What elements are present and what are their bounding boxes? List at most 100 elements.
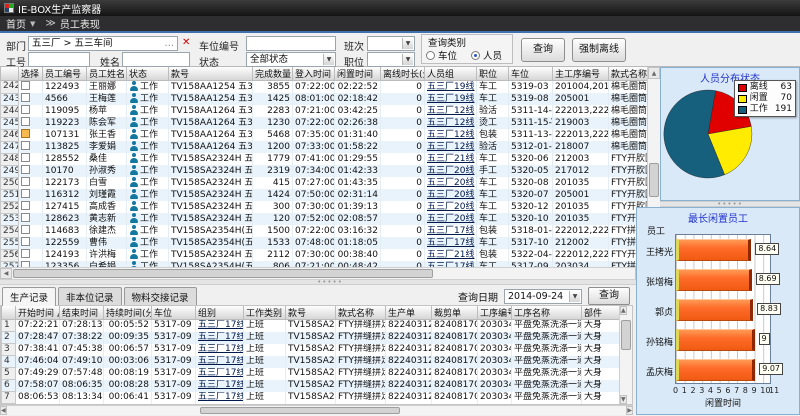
table-row[interactable]: 246107131张王香工作TV158AA1264 五3546807:35:00… <box>1 129 648 141</box>
row-checkbox[interactable] <box>21 105 30 114</box>
row-checkbox[interactable] <box>21 117 30 126</box>
table-row[interactable]: 708:06:5308:13:3400:06:415317-09五三厂17线上班… <box>2 392 622 404</box>
table-row[interactable]: 250122173白雪工作TV158SA2324H 五341507:27:000… <box>1 177 648 189</box>
name-input[interactable] <box>122 52 190 67</box>
main-col-header-8[interactable]: 闲置时间 <box>335 67 381 81</box>
bottom-col-header-2[interactable]: 结束时间 <box>60 306 104 320</box>
table-row[interactable]: 2434566王梅莲工作TV158AA1254 五3142508:01:0002… <box>1 93 648 105</box>
bottom-col-header-9[interactable]: 生产单 <box>386 306 432 320</box>
main-col-header-11[interactable]: 职位 <box>477 67 509 81</box>
scroll-down-arrow[interactable]: ▼ <box>620 395 627 404</box>
scroll-thumb[interactable] <box>13 269 433 278</box>
row-checkbox[interactable] <box>21 237 30 246</box>
main-col-header-9[interactable]: 离线时长(分) <box>381 67 425 81</box>
bottom-col-header-10[interactable]: 裁剪单 <box>432 306 478 320</box>
row-checkbox[interactable] <box>21 225 30 234</box>
row-checkbox[interactable] <box>21 249 30 258</box>
bottom-col-header-6[interactable]: 工作类别 <box>244 306 286 320</box>
dropdown-arrow-icon[interactable]: ▼ <box>323 54 334 65</box>
table-row[interactable]: 254114683徐建杰工作TV158SA2354H(五3)150007:22:… <box>1 225 648 237</box>
main-col-header-7[interactable]: 登入时间 <box>293 67 335 81</box>
scroll-right-arrow[interactable]: ▶ <box>626 406 633 415</box>
table-row[interactable]: 107:22:2107:28:1300:05:525317-09五三厂17线上班… <box>2 320 622 332</box>
scroll-up-arrow[interactable]: ▲ <box>648 67 660 79</box>
bottom-col-header-7[interactable]: 款号 <box>286 306 336 320</box>
status-select[interactable]: 全部状态▼ <box>246 52 336 67</box>
date-select[interactable]: 2014-09-24▼ <box>504 289 582 304</box>
query-type-radio-人员[interactable]: 人员 <box>471 48 502 62</box>
position-select[interactable]: ▼ <box>367 52 415 67</box>
row-checkbox[interactable] <box>21 141 30 150</box>
tab-1[interactable]: 非本位记录 <box>58 287 122 306</box>
clear-dept-icon[interactable]: ✕ <box>182 37 190 48</box>
bottom-horizontal-scrollbar[interactable]: ◀ ▶ <box>0 405 633 415</box>
bottom-col-header-8[interactable]: 款式名称 <box>336 306 386 320</box>
table-row[interactable]: 245119223陈会军工作TV158AA1264 五3123007:22:00… <box>1 117 648 129</box>
more-icon[interactable]: … <box>165 37 175 50</box>
station-input[interactable] <box>246 36 336 51</box>
row-checkbox[interactable] <box>21 177 30 186</box>
row-checkbox[interactable] <box>21 213 30 222</box>
query-type-radio-车位[interactable]: 车位 <box>426 48 457 62</box>
main-col-header-0[interactable] <box>1 67 19 81</box>
bottom-col-header-11[interactable]: 工序编号 <box>478 306 512 320</box>
scroll-left-arrow[interactable]: ◀ <box>0 406 7 415</box>
table-row[interactable]: 307:38:4107:45:3800:06:575317-09五三厂17线上班… <box>2 344 622 356</box>
bottom-col-header-1[interactable]: 开始时间 ▲ <box>16 306 60 320</box>
tab-2[interactable]: 物料交接记录 <box>124 287 197 306</box>
main-col-header-10[interactable]: 人员组 <box>425 67 477 81</box>
table-row[interactable]: 252127415高成香工作TV158SA2324H 五330007:30:00… <box>1 201 648 213</box>
empno-input[interactable] <box>28 52 90 67</box>
bottom-vertical-scrollbar[interactable]: ▲ ▼ <box>619 306 632 404</box>
main-col-header-1[interactable]: 选择 <box>19 67 43 81</box>
table-row[interactable]: 251116312刘瑾霞工作TV158SA2324H 五3142407:50:0… <box>1 189 648 201</box>
table-row[interactable]: 242122493王丽娜工作TV158AA1254 五3385507:22:00… <box>1 81 648 94</box>
main-col-header-4[interactable]: 状态 <box>127 67 169 81</box>
table-row[interactable]: 248128552桑佳工作TV158SA2324H 五3177907:41:00… <box>1 153 648 165</box>
bottom-col-header-4[interactable]: 车位 <box>152 306 196 320</box>
scroll-up-arrow[interactable]: ▲ <box>620 306 627 315</box>
date-search-button[interactable]: 查询 <box>588 287 630 305</box>
shift-select[interactable]: ▼ <box>367 36 415 51</box>
table-row[interactable]: 256124193许洪梅工作TV158SA2324H 五3211207:30:0… <box>1 249 648 261</box>
main-col-header-5[interactable]: 款号 <box>169 67 253 81</box>
main-col-header-12[interactable]: 车位 <box>509 67 553 81</box>
table-row[interactable]: 24910170孙淑秀工作TV158SA2324H 五3231907:34:00… <box>1 165 648 177</box>
dropdown-arrow-icon[interactable]: ▼ <box>402 54 413 65</box>
row-checkbox[interactable] <box>21 93 30 102</box>
dropdown-arrow-icon[interactable]: ▼ <box>402 38 413 49</box>
tab-0[interactable]: 生产记录 <box>2 287 56 306</box>
menu-home[interactable]: 首页 <box>6 16 26 31</box>
row-checkbox[interactable] <box>21 129 30 138</box>
bottom-col-header-13[interactable]: 部件 <box>582 306 622 320</box>
main-col-header-2[interactable]: 员工编号 <box>43 67 87 81</box>
radio-icon[interactable] <box>471 51 480 60</box>
force-offline-button[interactable]: 强制离线 <box>572 38 626 62</box>
table-row[interactable]: 607:58:0708:06:3500:08:285317-09五三厂17线上班… <box>2 380 622 392</box>
main-col-header-6[interactable]: 完成数量 <box>253 67 293 81</box>
chevron-down-icon[interactable]: ▼ <box>30 20 35 28</box>
row-checkbox[interactable] <box>21 189 30 198</box>
bottom-col-header-3[interactable]: 持续时间(分) <box>104 306 152 320</box>
dropdown-arrow-icon[interactable]: ▼ <box>569 291 580 302</box>
table-row[interactable]: 507:49:2907:57:4800:08:195317-09五三厂17线上班… <box>2 368 622 380</box>
main-col-header-3[interactable]: 员工姓名 <box>87 67 127 81</box>
table-row[interactable]: 255122559曹伟工作TV158SA2354H(五3)153307:48:0… <box>1 237 648 249</box>
radio-icon[interactable] <box>426 51 435 60</box>
row-checkbox[interactable] <box>21 165 30 174</box>
dept-field[interactable]: 五三厂 > 五三车间… <box>28 36 178 51</box>
scroll-thumb[interactable] <box>200 407 400 414</box>
table-row[interactable]: 407:46:0407:49:1000:03:065317-09五三厂17线上班… <box>2 356 622 368</box>
table-row[interactable]: 247113825李爱娟工作TV158AA1264 五3120007:33:00… <box>1 141 648 153</box>
row-checkbox[interactable] <box>21 153 30 162</box>
search-button[interactable]: 查询 <box>521 38 565 62</box>
main-horizontal-scrollbar[interactable]: ◀ ▶ <box>0 267 647 279</box>
scroll-left-arrow[interactable]: ◀ <box>0 268 12 279</box>
scroll-thumb[interactable] <box>649 163 659 197</box>
bottom-col-header-12[interactable]: 工序名称 <box>512 306 582 320</box>
bottom-col-header-5[interactable]: 组别 <box>196 306 244 320</box>
table-row[interactable]: 253128623黄志新工作TV158SA2324H 五312007:52:00… <box>1 213 648 225</box>
table-row[interactable]: 207:28:4707:38:2200:09:355317-09五三厂17线上班… <box>2 332 622 344</box>
bottom-col-header-0[interactable] <box>2 306 16 320</box>
main-col-header-14[interactable]: 款式名称 <box>609 67 648 81</box>
